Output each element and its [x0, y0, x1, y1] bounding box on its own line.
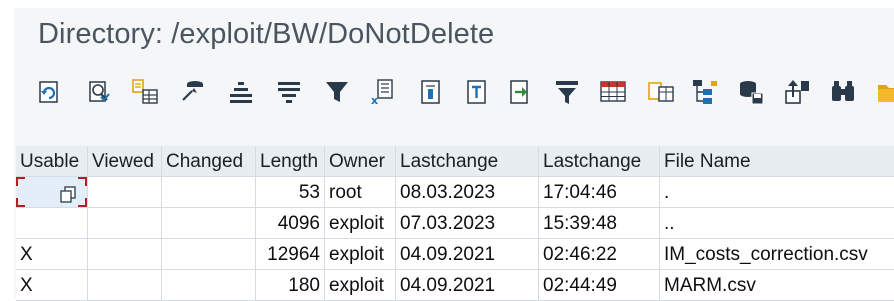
export-excel-icon[interactable]: x	[368, 74, 398, 110]
layout-change-icon[interactable]	[646, 74, 676, 110]
length-cell[interactable]: 180	[256, 270, 325, 301]
length-cell[interactable]: 12964	[256, 239, 325, 270]
refresh-icon[interactable]	[34, 74, 64, 110]
folder-icon[interactable]	[874, 74, 894, 110]
length-cell[interactable]: 53	[256, 177, 325, 208]
owner-cell[interactable]: exploit	[325, 270, 396, 301]
length-cell[interactable]: 4096	[256, 208, 325, 239]
hierarchy-icon[interactable]	[690, 74, 720, 110]
lastchange-time-cell[interactable]: 02:46:22	[539, 239, 660, 270]
owner-cell[interactable]: exploit	[325, 208, 396, 239]
usable-cell[interactable]	[16, 208, 88, 239]
viewed-cell[interactable]	[88, 270, 162, 301]
text-icon[interactable]	[462, 74, 492, 110]
viewed-cell[interactable]	[88, 208, 162, 239]
binoculars-icon[interactable]	[828, 74, 858, 110]
spreadsheet-icon[interactable]	[598, 74, 628, 110]
document-icon[interactable]	[416, 74, 446, 110]
changed-cell[interactable]	[162, 270, 256, 301]
column-header-length[interactable]: Length	[256, 146, 325, 177]
viewed-cell[interactable]	[88, 177, 162, 208]
column-header-owner[interactable]: Owner	[325, 146, 396, 177]
filter-icon[interactable]	[322, 74, 352, 110]
column-header-viewed[interactable]: Viewed	[88, 146, 162, 177]
lastchange-date-cell[interactable]: 08.03.2023	[396, 177, 539, 208]
column-header-file-name[interactable]: File Name	[660, 146, 894, 177]
owner-cell[interactable]: root	[325, 177, 396, 208]
filter-settings-icon[interactable]	[552, 74, 582, 110]
sap-window: Directory: /exploit/BW/DoNotDelete x Usa…	[14, 8, 894, 301]
usable-cell-selected[interactable]	[16, 177, 88, 208]
lastchange-time-cell[interactable]: 02:44:49	[539, 270, 660, 301]
usable-cell[interactable]: X	[16, 270, 88, 301]
lastchange-time-cell[interactable]: 15:39:48	[539, 208, 660, 239]
lastchange-time-cell[interactable]: 17:04:46	[539, 177, 660, 208]
lastchange-date-cell[interactable]: 04.09.2021	[396, 270, 539, 301]
column-header-changed[interactable]: Changed	[162, 146, 256, 177]
file-name-cell[interactable]: .	[660, 177, 894, 208]
column-header-lastchange-date[interactable]: Lastchange	[396, 146, 539, 177]
viewed-cell[interactable]	[88, 239, 162, 270]
changed-cell[interactable]	[162, 239, 256, 270]
align-lines-icon[interactable]	[274, 74, 304, 110]
changed-cell[interactable]	[162, 208, 256, 239]
file-name-cell[interactable]: ..	[660, 208, 894, 239]
database-save-icon[interactable]	[736, 74, 766, 110]
svg-text:x: x	[371, 94, 378, 106]
column-header-usable[interactable]: Usable	[16, 146, 88, 177]
page-title: Directory: /exploit/BW/DoNotDelete	[38, 18, 495, 50]
file-name-cell[interactable]: MARM.csv	[660, 270, 894, 301]
export-icon[interactable]	[506, 74, 536, 110]
usable-cell[interactable]: X	[16, 239, 88, 270]
select-layout-icon[interactable]	[130, 74, 160, 110]
file-name-cell[interactable]: IM_costs_correction.csv	[660, 239, 894, 270]
changed-cell[interactable]	[162, 177, 256, 208]
upload-icon[interactable]	[782, 74, 812, 110]
column-header-lastchange-time[interactable]: Lastchange	[539, 146, 660, 177]
owner-cell[interactable]: exploit	[325, 239, 396, 270]
lastchange-date-cell[interactable]: 07.03.2023	[396, 208, 539, 239]
align-center-icon[interactable]	[226, 74, 256, 110]
lastchange-date-cell[interactable]: 04.09.2021	[396, 239, 539, 270]
sort-ascending-icon[interactable]	[178, 74, 208, 110]
details-icon[interactable]	[84, 74, 114, 110]
copy-icon[interactable]	[59, 183, 77, 207]
